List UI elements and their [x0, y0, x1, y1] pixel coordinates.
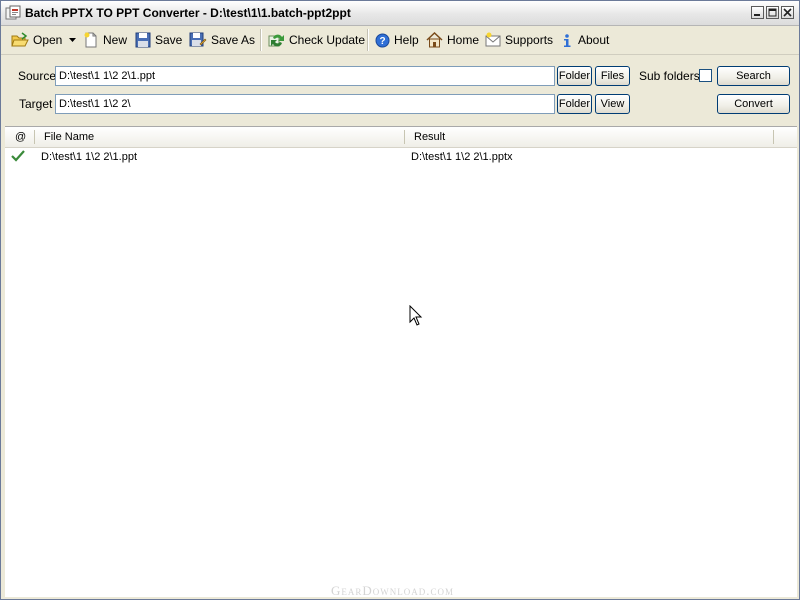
open-button[interactable]: Open [11, 29, 62, 51]
target-folder-button[interactable]: Folder [557, 94, 592, 114]
new-label: New [103, 33, 128, 47]
column-divider[interactable] [773, 130, 774, 144]
row-file-name: D:\test\1 1\2 2\1.ppt [41, 151, 138, 163]
path-form: Source Folder Files Sub folders Search T… [1, 55, 799, 125]
save-label: Save [155, 33, 183, 47]
search-button[interactable]: Search [717, 66, 790, 86]
home-label: Home [447, 33, 480, 47]
svg-text:?: ? [379, 36, 385, 47]
check-update-label: Check Update [289, 33, 366, 47]
column-result[interactable]: Result [410, 127, 770, 147]
column-divider[interactable] [404, 130, 405, 144]
info-icon [564, 33, 571, 47]
toolbar-separator [367, 29, 369, 51]
target-input[interactable] [55, 94, 555, 114]
app-window: Batch PPTX TO PPT Converter - D:\test\1\… [0, 0, 800, 600]
toolbar: Open New Save Save As Check Update ? Hel… [1, 26, 799, 55]
subfolders-checkbox[interactable] [699, 69, 712, 82]
home-icon [426, 32, 443, 48]
new-button[interactable]: New [83, 29, 127, 51]
new-file-icon [84, 32, 97, 48]
convert-button[interactable]: Convert [717, 94, 790, 114]
help-label: Help [394, 33, 419, 47]
save-as-label: Save As [211, 33, 256, 47]
minimize-button[interactable] [751, 6, 764, 19]
window-title: Batch PPTX TO PPT Converter - D:\test\1\… [25, 6, 351, 20]
chevron-down-icon [69, 38, 76, 42]
about-button[interactable]: About [560, 29, 609, 51]
refresh-icon [268, 34, 284, 47]
close-button[interactable] [781, 6, 794, 19]
check-icon [11, 149, 25, 167]
save-button[interactable]: Save [135, 29, 182, 51]
target-view-button[interactable]: View [595, 94, 630, 114]
column-file-name[interactable]: File Name [40, 127, 400, 147]
supports-label: Supports [505, 33, 554, 47]
about-label: About [578, 33, 610, 47]
row-result: D:\test\1 1\2 2\1.pptx [411, 151, 513, 163]
maximize-button[interactable] [766, 6, 779, 19]
app-icon [5, 5, 21, 21]
check-update-button[interactable]: Check Update [268, 29, 365, 51]
save-as-icon [189, 32, 207, 47]
help-icon: ? [375, 33, 390, 47]
open-label: Open [33, 33, 63, 47]
list-header: @ File Name Result [5, 127, 797, 148]
title-bar[interactable]: Batch PPTX TO PPT Converter - D:\test\1\… [1, 1, 799, 26]
source-folder-button[interactable]: Folder [557, 66, 592, 86]
mouse-cursor-icon [409, 304, 423, 330]
file-list[interactable]: @ File Name Result D:\test\1 1\2 2\1.ppt… [5, 126, 797, 597]
watermark: GearDownload.com [331, 583, 455, 598]
source-files-button[interactable]: Files [595, 66, 630, 86]
help-button[interactable]: ? Help [375, 29, 419, 51]
column-divider[interactable] [34, 130, 35, 144]
save-as-button[interactable]: Save As [189, 29, 255, 51]
table-row[interactable]: D:\test\1 1\2 2\1.ppt D:\test\1 1\2 2\1.… [5, 148, 797, 166]
mail-icon [485, 32, 501, 47]
source-input[interactable] [55, 66, 555, 86]
column-status[interactable]: @ [11, 127, 35, 147]
floppy-disk-icon [135, 32, 151, 48]
home-button[interactable]: Home [426, 29, 479, 51]
toolbar-separator [260, 29, 262, 51]
source-label: Source [18, 69, 57, 83]
open-dropdown-button[interactable] [69, 29, 80, 51]
target-label: Target [19, 97, 53, 111]
open-folder-icon [11, 32, 29, 47]
subfolders-label: Sub folders [639, 69, 700, 83]
supports-button[interactable]: Supports [485, 29, 553, 51]
